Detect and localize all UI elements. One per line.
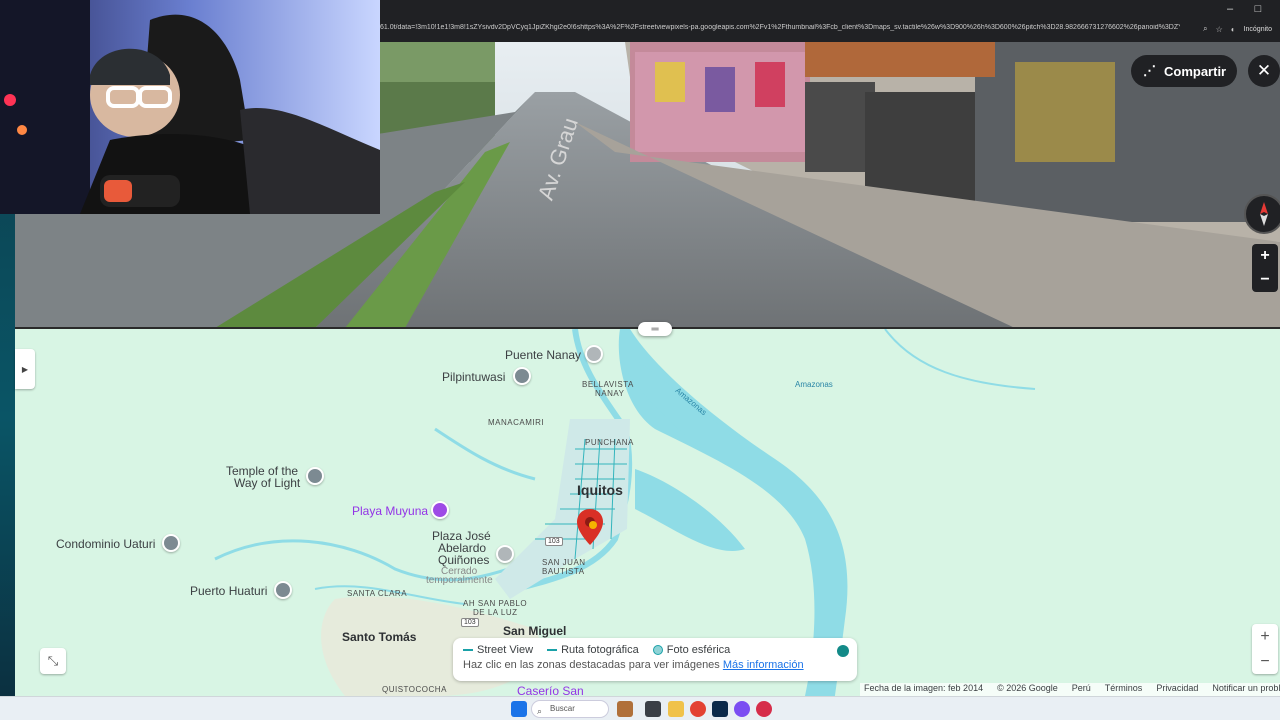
windows-start-icon[interactable] bbox=[511, 701, 527, 717]
route-shield: 103 bbox=[545, 537, 563, 546]
chevron-right-icon: ▶ bbox=[21, 364, 29, 374]
address-bar[interactable]: 61.0t/data=!3m10!1e1!3m8!1sZYsivdv2DpVCy… bbox=[380, 24, 1180, 38]
label-playa-muyuna[interactable]: Playa Muyuna bbox=[352, 504, 428, 518]
sv-zoom-in-button[interactable]: + bbox=[1252, 244, 1278, 268]
sv-zoom-out-button[interactable]: − bbox=[1252, 268, 1278, 292]
label-plaza-3[interactable]: Quiñones bbox=[438, 553, 489, 567]
app-icon[interactable] bbox=[756, 701, 772, 717]
label-santa-clara: SANTA CLARA bbox=[347, 589, 408, 598]
label-caserio[interactable]: Caserío San bbox=[517, 684, 584, 696]
label-san-miguel[interactable]: San Miguel bbox=[503, 624, 566, 638]
label-temple-2[interactable]: Way of Light bbox=[234, 476, 300, 490]
monument-icon[interactable] bbox=[496, 545, 514, 563]
share-label: Compartir bbox=[1164, 63, 1227, 79]
street-view-zoom: + − bbox=[1252, 244, 1278, 292]
camera-pin-icon[interactable] bbox=[431, 501, 449, 519]
close-street-view-button[interactable]: ✕ bbox=[1248, 55, 1280, 87]
map-zoom-in-button[interactable]: + bbox=[1252, 624, 1278, 649]
terms-link[interactable]: Términos bbox=[1105, 683, 1143, 696]
label-santo-tomas[interactable]: Santo Tomás bbox=[342, 630, 416, 644]
dashed-line-icon bbox=[547, 649, 558, 652]
label-manacamiri: MANACAMIRI bbox=[488, 418, 545, 427]
legend-toggle[interactable] bbox=[837, 645, 849, 657]
minimize-button[interactable]: – bbox=[1220, 3, 1240, 15]
label-nanay: NANAY bbox=[595, 389, 625, 398]
exit-fullscreen-button[interactable]: ⤡ bbox=[40, 648, 66, 674]
screen: Av. Grau ⋰ Compartir ✕ + − – □ 61.0t/dat… bbox=[0, 0, 1280, 720]
place-pin-icon[interactable] bbox=[513, 367, 531, 385]
label-temporalmente: temporalmente bbox=[426, 575, 493, 586]
search-icon: ⌕ bbox=[537, 706, 543, 716]
label-puente-nanay[interactable]: Puente Nanay bbox=[505, 348, 581, 362]
route-shield: 103 bbox=[461, 618, 479, 627]
line-icon bbox=[463, 649, 473, 652]
label-de-la-luz: DE LA LUZ bbox=[473, 608, 518, 617]
place-pin-icon[interactable] bbox=[274, 581, 292, 599]
label-san-juan-2: BAUTISTA bbox=[542, 567, 585, 576]
location-marker-icon[interactable] bbox=[577, 509, 603, 545]
legend-ruta: Ruta fotográfica bbox=[547, 644, 639, 656]
search-placeholder: Buscar bbox=[550, 704, 575, 713]
file-explorer-icon[interactable] bbox=[668, 701, 684, 717]
more-info-link[interactable]: Más información bbox=[723, 659, 804, 671]
street-view-legend: Street View Ruta fotográfica Foto esféri… bbox=[453, 638, 857, 681]
browser-chrome: – □ 61.0t/data=!3m10!1e1!3m8!1sZYsivdv2D… bbox=[380, 0, 1280, 42]
label-iquitos[interactable]: Iquitos bbox=[577, 482, 623, 498]
bridge-icon[interactable] bbox=[585, 345, 603, 363]
toolbar-icons: ⌕ ☆ ◐ Incógnito bbox=[1203, 24, 1272, 34]
compass-icon[interactable] bbox=[1244, 194, 1280, 234]
place-pin-icon[interactable] bbox=[306, 467, 324, 485]
label-quistococha: QUISTOCOCHA bbox=[382, 685, 447, 694]
privacy-link[interactable]: Privacidad bbox=[1156, 683, 1198, 696]
app-icon[interactable] bbox=[734, 701, 750, 717]
imagery-date: Fecha de la imagen: feb 2014 bbox=[864, 683, 984, 693]
map-footer: Fecha de la imagen: feb 2014 © 2026 Goog… bbox=[860, 683, 1280, 696]
label-bellavista: BELLAVISTA bbox=[582, 380, 634, 389]
label-san-juan-1: SAN JUAN bbox=[542, 558, 586, 567]
maximize-button[interactable]: □ bbox=[1248, 3, 1268, 15]
region-link[interactable]: Perú bbox=[1072, 683, 1091, 696]
resize-handle[interactable]: ═ bbox=[638, 322, 672, 336]
widget-icon[interactable] bbox=[617, 701, 633, 717]
label-pilpintuwasi[interactable]: Pilpintuwasi bbox=[442, 370, 505, 384]
incognito-label: Incógnito bbox=[1243, 25, 1272, 33]
webcam-overlay bbox=[0, 0, 380, 214]
expand-panel-button[interactable]: ▶ bbox=[15, 349, 35, 389]
label-condominio[interactable]: Condominio Uaturi bbox=[56, 537, 155, 551]
photoshop-icon[interactable] bbox=[712, 701, 728, 717]
map-zoom-out-button[interactable]: − bbox=[1252, 649, 1278, 674]
task-view-icon[interactable] bbox=[645, 701, 661, 717]
incognito-icon: ◐ bbox=[1230, 24, 1236, 34]
legend-hint: Haz clic en las zonas destacadas para ve… bbox=[463, 659, 720, 671]
share-button[interactable]: ⋰ Compartir bbox=[1131, 55, 1237, 87]
zoom-icon[interactable]: ⌕ bbox=[1203, 24, 1207, 34]
taskbar: ⌕ Buscar bbox=[0, 696, 1280, 720]
share-icon: ⋰ bbox=[1143, 63, 1156, 78]
legend-street-view: Street View bbox=[463, 644, 533, 656]
legend-foto: Foto esférica bbox=[652, 644, 730, 656]
copyright: © 2026 Google bbox=[997, 683, 1058, 693]
label-amazonas-river: Amazonas bbox=[795, 380, 833, 389]
star-icon[interactable]: ☆ bbox=[1216, 25, 1223, 34]
place-pin-icon[interactable] bbox=[162, 534, 180, 552]
taskbar-search[interactable]: ⌕ Buscar bbox=[531, 700, 609, 718]
map-zoom-control: + − bbox=[1252, 624, 1278, 674]
dot-icon bbox=[652, 645, 663, 656]
label-puerto-huaturi[interactable]: Puerto Huaturi bbox=[190, 584, 267, 598]
chrome-icon[interactable] bbox=[690, 701, 706, 717]
label-punchana: PUNCHANA bbox=[585, 438, 634, 447]
label-ah-san-pablo: AH SAN PABLO bbox=[463, 599, 528, 608]
report-link[interactable]: Notificar un problema bbox=[1212, 683, 1280, 696]
